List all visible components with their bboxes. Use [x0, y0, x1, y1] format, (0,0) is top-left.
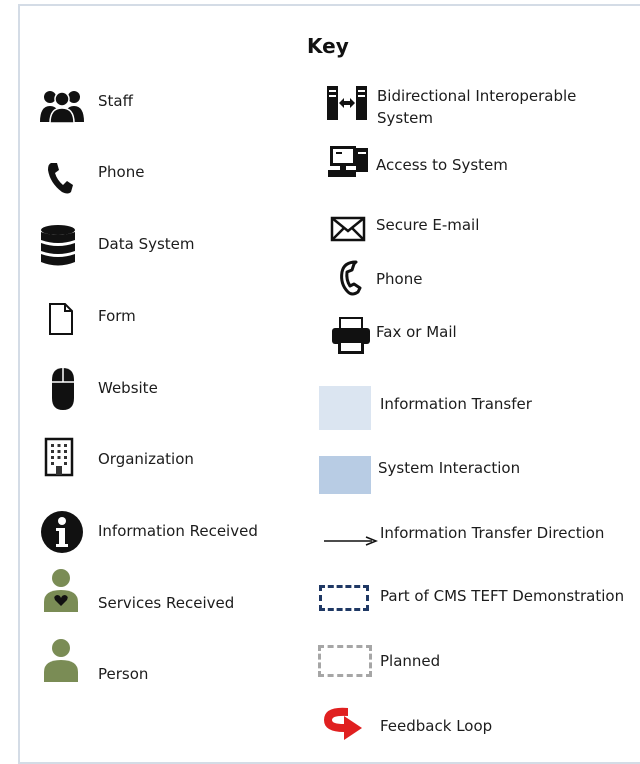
legend-label-secure-email: Secure E-mail — [376, 216, 480, 234]
system-interaction-swatch — [319, 456, 371, 494]
legend-label-information-transfer-direction: Information Transfer Direction — [380, 524, 605, 542]
phone-icon — [48, 163, 73, 194]
legend-label-information-received: Information Received — [98, 522, 258, 540]
staff-icon — [40, 91, 84, 124]
legend-label-data-system: Data System — [98, 235, 195, 253]
legend-label-bidirectional-line2: System — [377, 109, 433, 127]
legend-label-information-transfer: Information Transfer — [380, 395, 532, 413]
legend-label-staff: Staff — [98, 92, 133, 110]
key-title: Key — [307, 34, 349, 58]
envelope-icon — [330, 216, 366, 242]
services-received-person-icon — [44, 569, 78, 612]
legend-label-services-received: Services Received — [98, 594, 235, 612]
legend-label-website: Website — [98, 379, 158, 397]
legend-label-form: Form — [98, 307, 136, 325]
feedback-loop-arrow-icon — [324, 707, 362, 740]
legend-label-organization: Organization — [98, 450, 194, 468]
legend-label-planned: Planned — [380, 652, 441, 670]
legend-label-feedback-loop: Feedback Loop — [380, 717, 493, 735]
legend-label-fax-or-mail: Fax or Mail — [376, 323, 457, 341]
form-icon — [49, 303, 73, 335]
legend-label-bidirectional-line1: Bidirectional Interoperable — [377, 87, 577, 105]
legend-label-phone: Phone — [98, 163, 145, 181]
data-system-icon — [41, 225, 75, 266]
information-icon — [41, 511, 83, 553]
information-transfer-swatch — [319, 386, 371, 430]
organization-building-icon — [44, 437, 74, 477]
dashed-gray-box — [318, 645, 372, 677]
website-mouse-icon — [52, 368, 74, 410]
arrow-icon — [324, 536, 378, 546]
legend-label-system-interaction: System Interaction — [378, 459, 521, 477]
dashed-navy-box — [319, 585, 369, 611]
person-icon — [44, 639, 78, 682]
fax-printer-icon — [332, 317, 370, 354]
computer-access-icon — [328, 146, 368, 177]
legend-label-phone-right: Phone — [376, 270, 423, 288]
bidirectional-system-icon — [327, 86, 367, 120]
legend-label-person: Person — [98, 665, 149, 683]
phone-handset-icon — [340, 260, 362, 296]
legend-label-cms-teft-demonstration: Part of CMS TEFT Demonstration — [380, 587, 625, 605]
legend-label-access-to-system: Access to System — [376, 156, 508, 174]
